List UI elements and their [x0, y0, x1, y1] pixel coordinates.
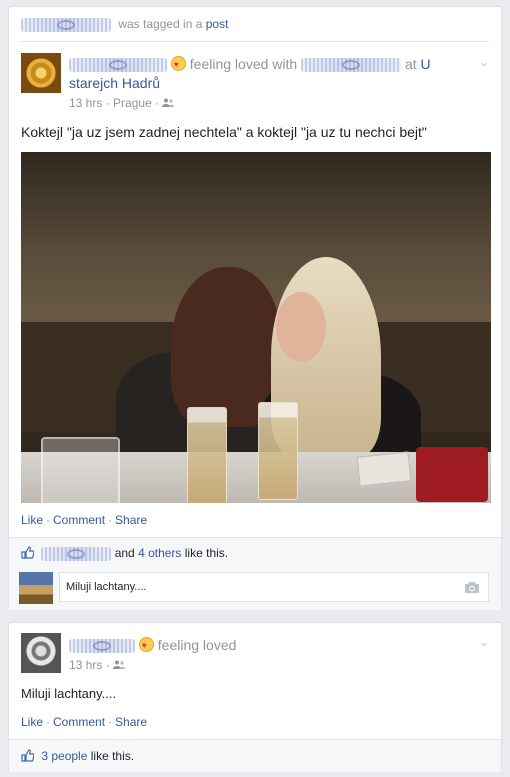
friends-icon[interactable] — [113, 657, 126, 676]
like-button[interactable]: Like — [21, 715, 43, 729]
share-button[interactable]: Share — [115, 715, 147, 729]
camera-icon[interactable] — [464, 580, 480, 594]
likes-suffix: like this. — [90, 749, 135, 763]
location-link[interactable]: Prague — [113, 96, 152, 110]
blurred-user-name[interactable] — [21, 17, 111, 32]
likes-suffix: like this. — [184, 546, 229, 560]
post-header: feeling loved with at U starejch Hadrů 1… — [69, 55, 449, 114]
friends-icon[interactable] — [162, 95, 175, 114]
blurred-author-name[interactable] — [69, 58, 167, 73]
like-button[interactable]: Like — [21, 513, 43, 527]
avatar[interactable] — [21, 53, 61, 93]
feed-story-1: was tagged in a post feeling loved with … — [8, 6, 502, 610]
comment-input[interactable] — [66, 581, 446, 593]
timestamp[interactable]: 13 hrs — [69, 96, 102, 110]
post-text: Koktejl "ja uz jsem zadnej nechtela" a k… — [21, 124, 427, 140]
chevron-down-icon[interactable]: ⌄ — [479, 55, 489, 69]
thumbs-up-icon — [21, 546, 34, 559]
loved-emoji-icon — [138, 636, 154, 655]
comment-button[interactable]: Comment — [53, 715, 105, 729]
feeling-text: feeling loved with — [189, 56, 298, 72]
blurred-friend-name[interactable] — [301, 58, 402, 73]
tagged-line: was tagged in a post — [21, 17, 228, 32]
likes-summary: 3 people like this. — [21, 749, 134, 763]
post-header: feeling loved 13 hrs · — [69, 636, 236, 676]
likes-summary: and 4 others like this. — [21, 546, 228, 561]
likes-section: and 4 others like this. — [9, 537, 501, 610]
post-text: Miluji lachtany.... — [21, 686, 117, 701]
chevron-down-icon[interactable]: ⌄ — [479, 635, 489, 649]
likes-section: 3 people like this. — [9, 739, 501, 772]
divider — [21, 41, 489, 42]
tagged-text: was tagged in a — [118, 17, 203, 31]
post-meta: 13 hrs · — [69, 656, 236, 676]
feed-story-2: feeling loved 13 hrs · ⌄ Miluji lachtany… — [8, 622, 502, 772]
avatar[interactable] — [19, 572, 53, 604]
thumbs-up-icon — [21, 749, 34, 762]
timestamp[interactable]: 13 hrs — [69, 658, 102, 672]
feeling-text: feeling loved — [157, 637, 237, 653]
comment-button[interactable]: Comment — [53, 513, 105, 527]
others-link[interactable]: 4 others — [138, 546, 181, 560]
at-text: at — [404, 56, 417, 72]
post-photo[interactable] — [21, 152, 491, 503]
likes-and: and — [114, 546, 135, 560]
comment-box[interactable] — [59, 572, 489, 602]
people-link[interactable]: 3 people — [41, 749, 87, 763]
post-actions: Like · Comment · Share — [21, 715, 148, 729]
blurred-liker-name[interactable] — [41, 546, 112, 561]
loved-emoji-icon — [170, 55, 186, 74]
post-meta: 13 hrs · Prague · — [69, 94, 449, 114]
post-actions: Like · Comment · Share — [21, 513, 148, 527]
share-button[interactable]: Share — [115, 513, 147, 527]
avatar[interactable] — [21, 633, 61, 673]
blurred-author-name[interactable] — [69, 639, 135, 654]
post-link[interactable]: post — [206, 17, 229, 31]
